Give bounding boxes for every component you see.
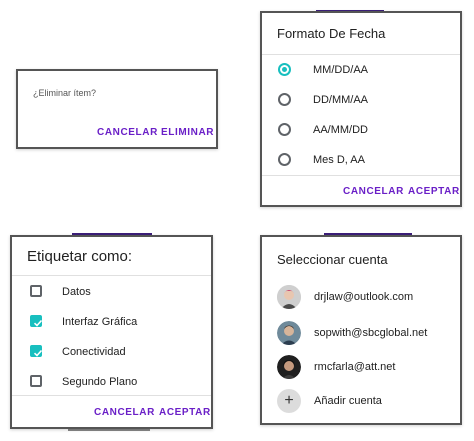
dialog-title: Etiquetar como:: [27, 248, 133, 265]
option-label[interactable]: Mes D, AA: [313, 154, 365, 166]
divider: [12, 275, 211, 276]
date-format-dialog: Formato De Fecha MM/DD/AA DD/MM/AA AA/MM…: [260, 11, 462, 207]
account-email[interactable]: sopwith@sbcglobal.net: [314, 327, 427, 339]
account-email[interactable]: rmcfarla@att.net: [314, 361, 395, 373]
delete-button[interactable]: ELIMINAR: [161, 127, 214, 138]
delete-dialog: ¿Eliminar ítem? CANCELAR ELIMINAR: [16, 69, 218, 149]
dialog-title: Formato De Fecha: [277, 26, 386, 41]
avatar[interactable]: [277, 355, 301, 379]
cancel-button[interactable]: CANCELAR: [343, 186, 404, 197]
divider: [262, 54, 460, 55]
divider: [262, 175, 460, 176]
option-label[interactable]: Datos: [62, 286, 91, 298]
radio-dd-mm-aa[interactable]: [278, 93, 291, 106]
checkmark-icon: [33, 319, 43, 327]
option-label[interactable]: MM/DD/AA: [313, 64, 368, 76]
cancel-button[interactable]: CANCELAR: [97, 127, 158, 138]
radio-aa-mm-dd[interactable]: [278, 123, 291, 136]
option-label[interactable]: Conectividad: [62, 346, 126, 358]
cancel-button[interactable]: CANCELAR: [94, 407, 155, 418]
checkbox-datos[interactable]: [30, 285, 42, 297]
label-dialog: Etiquetar como: Datos Interfaz Gráfica C…: [10, 235, 213, 429]
radio-mes-d-aa[interactable]: [278, 153, 291, 166]
accept-button[interactable]: ACEPTAR: [159, 407, 211, 418]
radio-mm-dd-aa[interactable]: [278, 63, 291, 76]
option-label[interactable]: Segundo Plano: [62, 376, 137, 388]
dialog-title: Seleccionar cuenta: [277, 252, 388, 267]
divider: [12, 395, 211, 396]
avatar[interactable]: [277, 321, 301, 345]
checkbox-segundo-plano[interactable]: [30, 375, 42, 387]
delete-message: ¿Eliminar ítem?: [33, 88, 97, 98]
option-label[interactable]: DD/MM/AA: [313, 94, 368, 106]
background-strip: [68, 429, 150, 431]
checkbox-interfaz-grafica[interactable]: [30, 315, 43, 327]
accept-button[interactable]: ACEPTAR: [408, 186, 460, 197]
add-account-label[interactable]: Añadir cuenta: [314, 395, 382, 407]
option-label[interactable]: AA/MM/DD: [313, 124, 368, 136]
option-label[interactable]: Interfaz Gráfica: [62, 316, 137, 328]
account-dialog: Seleccionar cuenta drjlaw@outlook.com so…: [260, 235, 462, 425]
plus-icon[interactable]: +: [277, 389, 301, 413]
checkbox-conectividad[interactable]: [30, 345, 43, 357]
avatar[interactable]: [277, 285, 301, 309]
account-email[interactable]: drjlaw@outlook.com: [314, 291, 413, 303]
checkmark-icon: [33, 349, 43, 357]
